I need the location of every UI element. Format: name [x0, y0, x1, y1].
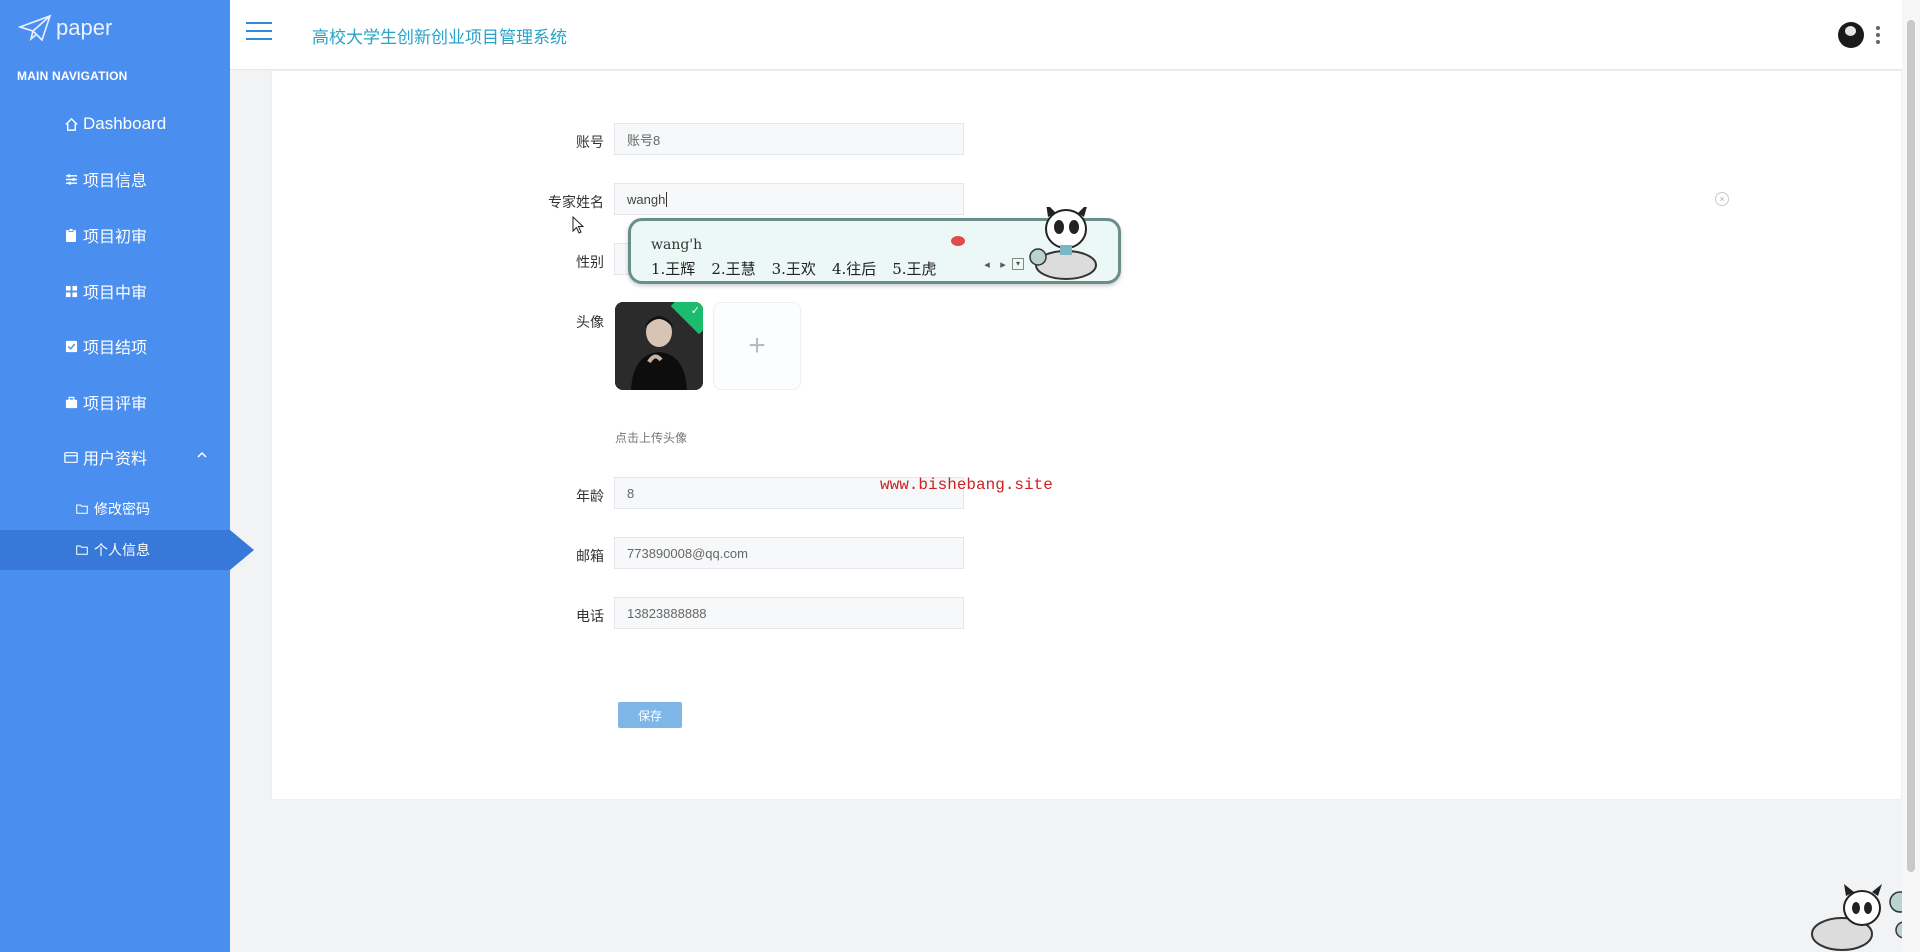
sidebar-item-evaluation[interactable]: 项目评审 — [0, 380, 230, 424]
phone-input[interactable]: 13823888888 — [614, 597, 964, 629]
more-options-icon[interactable] — [1876, 26, 1882, 44]
nav-caption: MAIN NAVIGATION — [17, 69, 128, 83]
expert-name-value: wangh — [627, 191, 666, 207]
app-logo[interactable]: paper — [18, 14, 112, 42]
active-indicator-arrow — [230, 530, 254, 570]
upload-tip: 点击上传头像 — [615, 431, 688, 445]
clear-icon[interactable]: × — [1715, 192, 1729, 206]
page-scrollbar[interactable] — [1902, 0, 1920, 952]
sidebar-item-initial-review[interactable]: 项目初审 — [0, 213, 230, 257]
add-avatar-button[interactable]: + — [713, 302, 801, 390]
sidebar-item-label: 项目初审 — [83, 229, 148, 246]
sidebar-item-user-profile[interactable]: 用户资料 — [0, 435, 230, 479]
ime-expand-icon[interactable]: ▾ — [1012, 258, 1024, 270]
ime-mascot-icon — [1029, 207, 1097, 280]
sidebar-item-dashboard[interactable]: Dashboard — [0, 102, 230, 146]
ime-prev-icon[interactable]: ◂ — [980, 258, 994, 272]
ime-next-icon[interactable]: ▸ — [996, 258, 1010, 272]
gender-label: 性别 — [576, 254, 604, 270]
menu-toggle-icon[interactable] — [246, 22, 272, 42]
sliders-icon — [63, 171, 79, 187]
check-icon: ✓ — [690, 305, 700, 317]
logo-text: paper — [56, 15, 113, 40]
sidebar-item-label: 项目信息 — [83, 173, 148, 190]
expert-name-input[interactable]: wangh — [614, 183, 964, 215]
mouse-cursor-icon — [572, 216, 584, 234]
email-input[interactable]: 773890008@qq.com — [614, 537, 964, 569]
user-avatar[interactable] — [1838, 22, 1864, 48]
save-button[interactable]: 保存 — [618, 702, 682, 728]
ime-candidate-window: wang'h 1.王辉 2.王慧 3.王欢 4.往后 5.王虎 ◂ ▸ ▾ — [628, 207, 1121, 284]
chevron-up-icon — [197, 451, 207, 458]
ime-candidate[interactable]: 1.王辉 — [651, 258, 695, 279]
ime-candidate-list: 1.王辉 2.王慧 3.王欢 4.往后 5.王虎 — [651, 258, 937, 279]
watermark-text: www.bishebang.site — [880, 476, 1053, 494]
account-label: 账号 — [576, 134, 604, 150]
ime-candidate[interactable]: 3.王欢 — [772, 258, 816, 279]
ime-composition: wang'h — [651, 237, 703, 253]
sidebar-item-label: 项目结项 — [83, 340, 148, 357]
ime-candidate[interactable]: 5.王虎 — [892, 258, 936, 279]
sidebar-item-completion[interactable]: 项目结项 — [0, 324, 230, 368]
age-label: 年龄 — [576, 488, 604, 504]
sidebar-item-label: 项目中审 — [83, 285, 148, 302]
folder-icon — [76, 501, 88, 517]
home-icon — [63, 116, 79, 132]
paper-plane-icon — [18, 14, 52, 42]
sidebar-item-mid-review[interactable]: 项目中审 — [0, 269, 230, 313]
sidebar-item-project-info[interactable]: 项目信息 — [0, 157, 230, 201]
phone-label: 电话 — [576, 608, 604, 624]
text-caret — [666, 191, 668, 207]
email-label: 邮箱 — [576, 548, 604, 564]
briefcase-icon — [63, 394, 79, 410]
sidebar: paper MAIN NAVIGATION Dashboard 项目信息 项目初… — [0, 0, 230, 952]
avatar-label: 头像 — [576, 314, 604, 330]
grid-icon — [63, 283, 79, 299]
ime-candidate[interactable]: 2.王慧 — [711, 258, 755, 279]
expert-name-label: 专家姓名 — [548, 194, 604, 210]
scrollbar-thumb[interactable] — [1907, 20, 1915, 872]
sidebar-item-label: 用户资料 — [83, 451, 148, 468]
top-header: 高校大学生创新创业项目管理系统 — [230, 0, 1902, 70]
ime-candidate[interactable]: 4.往后 — [832, 258, 876, 279]
sidebar-subitem-personal-info[interactable]: 个人信息 — [0, 530, 230, 570]
account-input[interactable]: 账号8 — [614, 123, 964, 155]
sidebar-item-label: 项目评审 — [83, 396, 148, 413]
clipboard-icon — [63, 227, 79, 243]
sidebar-item-label: Dashboard — [83, 114, 167, 133]
sidebar-subitem-label: 修改密码 — [94, 501, 150, 517]
check-square-icon — [63, 338, 79, 354]
ime-page-nav: ◂ ▸ ▾ — [980, 258, 1024, 272]
card-icon — [63, 449, 79, 465]
profile-form-card — [271, 70, 1902, 800]
avatar-thumbnail[interactable]: ✓ — [615, 302, 703, 390]
folder-icon — [76, 542, 88, 558]
sidebar-subitem-label: 个人信息 — [94, 542, 150, 558]
ime-status-icon[interactable] — [951, 236, 965, 246]
sidebar-subitem-change-password[interactable]: 修改密码 — [0, 489, 230, 529]
app-title: 高校大学生创新创业项目管理系统 — [312, 28, 567, 47]
